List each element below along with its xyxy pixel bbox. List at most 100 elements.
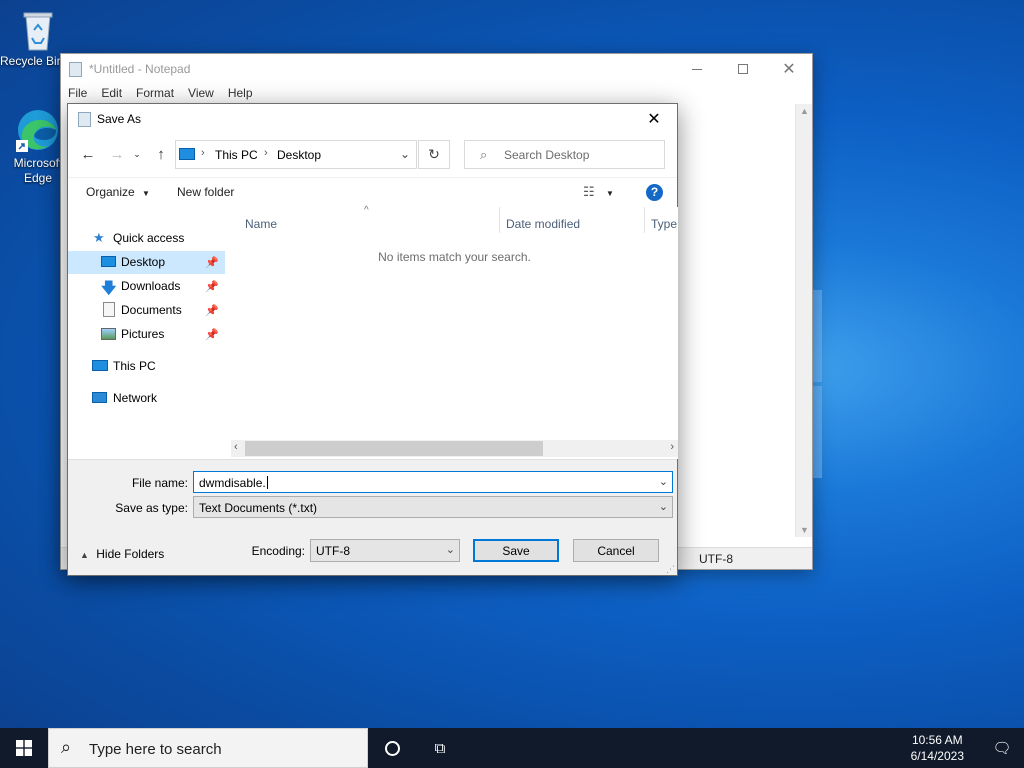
nav-item-this-pc[interactable]: This PC [68, 355, 225, 378]
file-name-label: File name: [131, 476, 188, 490]
breadcrumb-desktop[interactable]: Desktop [277, 148, 321, 162]
file-name-value: dwmdisable. [199, 476, 268, 490]
column-header-date-modified[interactable]: Date modified [506, 217, 580, 239]
task-view-button[interactable]: ⧉ [420, 728, 460, 768]
encoding-value: UTF-8 [316, 544, 350, 558]
desktop-folder-icon [101, 256, 116, 267]
nav-item-network[interactable]: Network [68, 387, 225, 410]
new-folder-button[interactable]: New folder [177, 185, 234, 199]
navigation-row: ← → ⌄ ↑ › This PC › Desktop ⌄ ↻ ⌕ Search… [68, 137, 677, 171]
notepad-menu-bar: File Edit Format View Help [61, 84, 260, 104]
save-as-type-select[interactable]: Text Documents (*.txt) ⌄ [193, 496, 673, 518]
menu-help[interactable]: Help [221, 84, 260, 104]
help-button[interactable]: ? [646, 184, 663, 201]
taskbar-search-placeholder: Type here to search [89, 741, 222, 758]
hide-folders-label: Hide Folders [96, 547, 165, 561]
forward-button[interactable]: → [106, 143, 128, 165]
dialog-close-button[interactable]: ✕ [631, 104, 677, 134]
dialog-footer: File name: dwmdisable. ⌄ Save as type: T… [68, 459, 677, 575]
clock-time: 10:56 AM [911, 733, 963, 747]
nav-label: Desktop [121, 255, 166, 269]
nav-item-quick-access[interactable]: ★ Quick access [68, 227, 225, 250]
cortana-button[interactable] [372, 728, 412, 768]
refresh-icon: ↻ [428, 146, 440, 162]
column-separator[interactable] [499, 207, 500, 233]
breadcrumb-this-pc[interactable]: This PC [215, 148, 258, 162]
chevron-up-icon: ▲ [80, 550, 89, 560]
address-bar[interactable]: › This PC › Desktop ⌄ [175, 140, 417, 169]
resize-grip-icon[interactable]: ⋰ [666, 564, 675, 575]
save-as-dialog[interactable]: Save As ✕ ← → ⌄ ↑ › This PC › Desktop ⌄ … [67, 103, 678, 576]
nav-item-pictures[interactable]: Pictures 📌 [68, 323, 225, 346]
back-arrow-icon: ← [80, 145, 96, 163]
nav-item-documents[interactable]: Documents 📌 [68, 299, 225, 322]
taskbar-search-box[interactable]: ⌕ Type here to search [48, 728, 368, 768]
menu-format[interactable]: Format [129, 84, 181, 104]
pin-icon: 📌 [205, 281, 219, 293]
encoding-label: Encoding: [251, 544, 305, 558]
maximize-icon [738, 64, 748, 74]
download-icon: 🡇 [101, 280, 117, 297]
scrollbar-thumb[interactable] [245, 441, 543, 456]
refresh-button[interactable]: ↻ [418, 140, 450, 169]
encoding-select[interactable]: UTF-8 ⌄ [310, 539, 460, 562]
command-bar: Organize ▼ New folder ☷ ▼ ? [68, 177, 677, 207]
details-view-icon: ☷ [583, 184, 595, 199]
save-button[interactable]: Save [473, 539, 559, 562]
cancel-button[interactable]: Cancel [573, 539, 659, 562]
horizontal-scrollbar[interactable]: ‹ › [231, 440, 678, 457]
menu-file[interactable]: File [61, 84, 94, 104]
pin-icon: 📌 [205, 305, 219, 317]
menu-view[interactable]: View [181, 84, 221, 104]
maximize-button[interactable] [720, 54, 766, 84]
address-dropdown-icon[interactable]: ⌄ [400, 147, 410, 161]
close-button[interactable]: ✕ [766, 54, 812, 84]
nav-item-desktop[interactable]: Desktop 📌 [68, 251, 225, 274]
breadcrumb-chevron-icon: › [264, 147, 268, 159]
notepad-title: *Untitled - Notepad [89, 62, 191, 76]
notepad-title-bar[interactable]: *Untitled - Notepad ✕ [61, 54, 812, 84]
documents-icon [103, 302, 115, 317]
navigation-pane: ★ Quick access Desktop 📌 🡇 Downloads 📌 D… [68, 207, 226, 459]
search-icon: ⌕ [480, 147, 488, 162]
view-options-button[interactable]: ☷ ▼ [583, 184, 614, 200]
recent-locations-button[interactable]: ⌄ [130, 143, 144, 165]
menu-edit[interactable]: Edit [94, 84, 129, 104]
taskbar: ⌕ Type here to search ⧉ 10:56 AM 6/14/20… [0, 728, 1024, 768]
hide-folders-button[interactable]: ▲ Hide Folders [80, 547, 164, 561]
chevron-down-icon[interactable]: ⌄ [659, 475, 668, 488]
column-separator[interactable] [644, 207, 645, 233]
scroll-up-icon: ▲ [800, 106, 809, 116]
organize-button[interactable]: Organize ▼ [86, 185, 150, 199]
search-box[interactable]: ⌕ Search Desktop [464, 140, 665, 169]
taskbar-clock[interactable]: 10:56 AM 6/14/2023 [911, 732, 964, 764]
nav-item-downloads[interactable]: 🡇 Downloads 📌 [68, 275, 225, 298]
notepad-icon [78, 112, 91, 127]
notepad-icon [69, 62, 82, 77]
clock-date: 6/14/2023 [910, 749, 964, 763]
notifications-button[interactable]: 🗨 [980, 728, 1024, 768]
nav-label: This PC [113, 359, 156, 373]
network-icon [92, 392, 107, 403]
save-as-type-label: Save as type: [115, 501, 188, 515]
back-button[interactable]: ← [77, 143, 99, 165]
file-name-input[interactable]: dwmdisable. ⌄ [193, 471, 673, 493]
sort-ascending-icon: ^ [364, 205, 369, 216]
column-header-name[interactable]: Name [245, 217, 277, 239]
wallpaper-logo-pane [812, 290, 822, 382]
start-button[interactable] [0, 728, 48, 768]
pictures-icon [101, 328, 116, 340]
file-list-pane[interactable]: ^ Name Date modified Type No items match… [231, 205, 678, 459]
minimize-icon [692, 68, 702, 70]
notepad-vertical-scrollbar[interactable]: ▲ ▼ [795, 104, 812, 537]
chevron-down-icon: ⌄ [658, 501, 668, 513]
minimize-button[interactable] [674, 54, 720, 84]
recycle-bin-icon [20, 8, 56, 52]
column-header-type[interactable]: Type [651, 217, 677, 239]
chevron-down-icon: ⌄ [133, 148, 141, 159]
dialog-title-bar[interactable]: Save As ✕ [68, 104, 677, 134]
computer-icon [92, 360, 108, 371]
status-encoding: UTF-8 [699, 552, 733, 566]
up-button[interactable]: ↑ [150, 143, 172, 165]
breadcrumb-chevron-icon: › [201, 147, 205, 159]
